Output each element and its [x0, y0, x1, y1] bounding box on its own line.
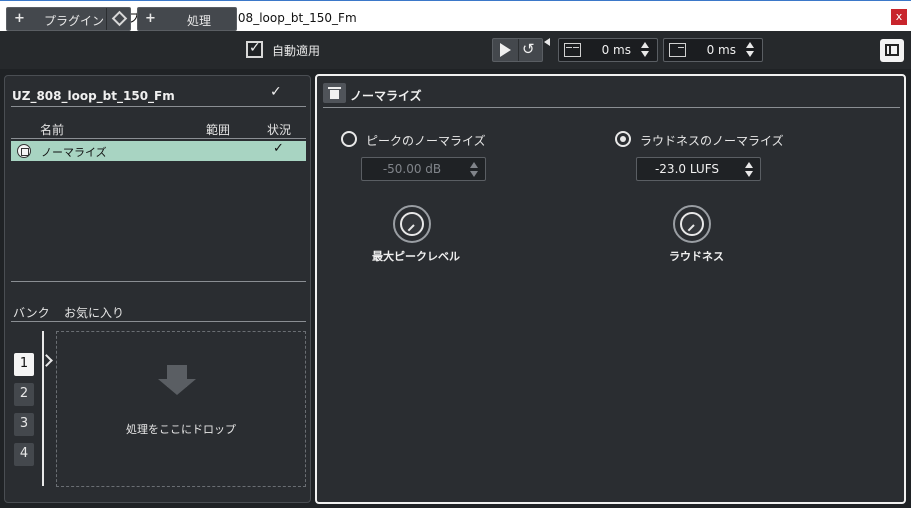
panel-icon [885, 44, 899, 56]
column-header-range[interactable]: 範囲 [206, 121, 230, 138]
status-check-icon: ✓ [273, 141, 284, 156]
loudness-stepper[interactable] [745, 162, 753, 177]
pre-roll-stepper[interactable] [641, 42, 649, 57]
process-icon [17, 144, 31, 158]
preview-options-arrow[interactable] [544, 38, 550, 46]
bank-header: バンク [13, 306, 50, 320]
post-roll-value: 0 ms [706, 43, 736, 57]
favorites-drop-zone[interactable]: 処理をここにドロップ [56, 331, 306, 487]
loudness-normalize-radio[interactable] [615, 131, 631, 147]
drop-arrow-icon [158, 365, 196, 395]
column-header-status[interactable]: 状況 [267, 121, 291, 138]
loudness-knob[interactable] [673, 205, 711, 243]
loop-icon[interactable]: ↺ [522, 40, 535, 58]
peak-normalize-radio[interactable] [341, 131, 357, 147]
check-icon[interactable]: ✓ [270, 84, 282, 100]
plus-icon: + [145, 11, 156, 26]
delete-process-button[interactable] [323, 83, 346, 103]
post-roll-icon [669, 43, 686, 57]
loudness-value: -23.0 LUFS [654, 162, 720, 176]
knob-pointer [407, 224, 415, 232]
loudness-field[interactable]: -23.0 LUFS [636, 157, 761, 181]
plugin-button-label: プラグイン [44, 14, 105, 28]
normalize-panel: ノーマライズ ピークのノーマライズ ラウドネスのノーマライズ -50.00 dB… [315, 74, 906, 504]
bank-2-button[interactable]: 2 [14, 383, 34, 406]
close-button[interactable]: x [891, 9, 907, 25]
auto-apply-label: 自動適用 [272, 44, 321, 58]
peak-level-value: -50.00 dB [382, 162, 442, 176]
peak-normalize-label[interactable]: ピークのノーマライズ [366, 132, 486, 149]
post-roll-stepper[interactable] [746, 42, 754, 57]
preview-controls: ↺ [492, 38, 543, 62]
process-title: ノーマライズ [350, 89, 422, 103]
post-roll-field[interactable]: 0 ms [663, 38, 763, 62]
auto-apply-checkbox[interactable]: ✓ [246, 40, 263, 58]
toolbar [0, 31, 911, 69]
process-button-label: 処理 [187, 14, 212, 28]
clip-name: UZ_808_loop_bt_150_Fm [12, 89, 175, 103]
bank-3-button[interactable]: 3 [14, 413, 34, 436]
drop-label: 処理をここにドロップ [126, 423, 236, 436]
preset-icon[interactable] [111, 10, 128, 27]
pre-roll-field[interactable]: 0 ms [558, 38, 658, 62]
check-icon: ✓ [249, 40, 261, 56]
favorites-header: お気に入り [64, 306, 125, 320]
peak-level-stepper[interactable] [470, 162, 478, 177]
pre-roll-icon [564, 43, 581, 57]
plus-icon: + [14, 11, 25, 26]
column-header-name[interactable]: 名前 [40, 121, 64, 138]
add-process-button[interactable]: + 処理 [137, 7, 237, 31]
trash-icon [328, 87, 341, 89]
peak-level-knob[interactable] [393, 205, 431, 243]
add-plugin-button[interactable]: + プラグイン [6, 7, 131, 31]
peak-level-field[interactable]: -50.00 dB [361, 157, 486, 181]
peak-level-knob-label: 最大ピークレベル [372, 250, 460, 263]
loudness-normalize-label[interactable]: ラウドネスのノーマライズ [640, 132, 784, 149]
process-name: ノーマライズ [41, 146, 107, 159]
knob-pointer [687, 224, 695, 232]
play-icon[interactable] [500, 43, 511, 57]
bank-4-button[interactable]: 4 [14, 443, 34, 466]
process-list-panel: UZ_808_loop_bt_150_Fm ✓ 名前 範囲 状況 ノーマライズ … [4, 75, 311, 503]
bank-1-button[interactable]: 1 [14, 353, 34, 376]
list-item[interactable]: ノーマライズ ✓ [11, 141, 306, 161]
toggle-panel-button[interactable] [880, 39, 904, 62]
loudness-knob-label: ラウドネス [669, 250, 724, 263]
pre-roll-value: 0 ms [601, 43, 631, 57]
